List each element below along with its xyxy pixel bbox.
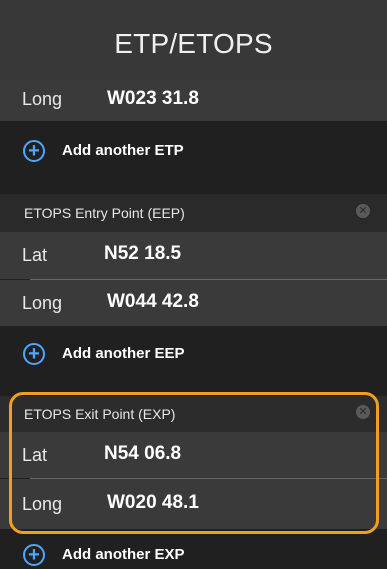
eep-section-header: ETOPS Entry Point (EEP) ✕: [0, 194, 387, 232]
eep-lat-row[interactable]: Lat N52 18.5: [0, 232, 387, 279]
plus-circle-icon: +: [23, 140, 45, 162]
exp-long-row[interactable]: Long W020 48.1: [0, 479, 387, 529]
exp-section-header: ETOPS Exit Point (EXP) ✕: [0, 396, 387, 432]
etp-long-row[interactable]: Long W023 31.8: [0, 80, 387, 121]
exp-lat-label: Lat: [22, 445, 48, 465]
clear-eep-icon[interactable]: ✕: [356, 204, 370, 218]
page-title: ETP/ETOPS: [114, 28, 273, 59]
eep-long-row[interactable]: Long W044 42.8: [0, 280, 387, 326]
exp-lat-row[interactable]: Lat N54 06.8: [0, 432, 387, 478]
eep-lat-value[interactable]: N52 18.5: [104, 243, 181, 265]
eep-long-label: Long: [22, 293, 63, 313]
add-eep-label: Add another EEP: [62, 345, 185, 362]
etp-long-value[interactable]: W023 31.8: [107, 88, 199, 110]
clear-exp-icon[interactable]: ✕: [356, 405, 370, 419]
exp-section-title: ETOPS Exit Point (EXP): [24, 406, 176, 422]
eep-section-title: ETOPS Entry Point (EEP): [24, 205, 185, 221]
panel-header: ETP/ETOPS: [0, 0, 387, 80]
plus-circle-icon: +: [23, 544, 45, 566]
add-eep-button[interactable]: + Add another EEP: [0, 339, 387, 373]
etp-etops-panel: ETP/ETOPS Long W023 31.8 + Add another E…: [0, 0, 387, 569]
etp-long-label: Long: [22, 89, 63, 109]
exp-long-value[interactable]: W020 48.1: [107, 492, 199, 514]
exp-long-label: Long: [22, 494, 63, 514]
add-etp-label: Add another ETP: [62, 142, 184, 159]
exp-lat-value[interactable]: N54 06.8: [104, 443, 181, 465]
eep-long-value[interactable]: W044 42.8: [107, 291, 199, 313]
plus-circle-icon: +: [23, 343, 45, 365]
eep-lat-label: Lat: [22, 245, 48, 265]
add-exp-button[interactable]: + Add another EXP: [0, 540, 387, 569]
add-etp-button[interactable]: + Add another ETP: [0, 136, 387, 170]
add-exp-label: Add another EXP: [62, 546, 185, 563]
